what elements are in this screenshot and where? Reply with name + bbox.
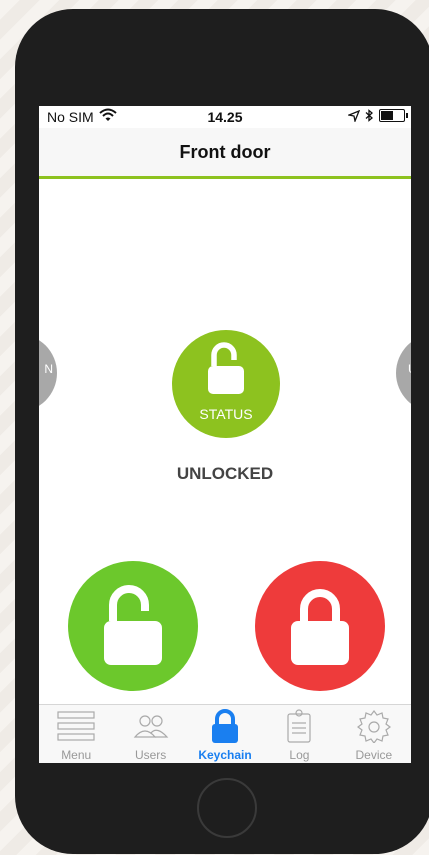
next-lock-label: U [408, 362, 411, 376]
padlock-icon [212, 709, 239, 743]
unlock-button[interactable] [68, 561, 198, 691]
tab-log[interactable]: Log [262, 705, 336, 763]
status-button[interactable]: STATUS [172, 330, 280, 438]
navigation-bar: Front door [39, 128, 411, 179]
tab-device[interactable]: Device [337, 705, 411, 763]
tab-log-label: Log [289, 748, 310, 762]
gear-icon [356, 710, 391, 743]
status-icons [348, 109, 408, 122]
menu-icon [57, 711, 95, 741]
next-lock-button[interactable]: U [396, 334, 411, 412]
locked-padlock-icon [291, 589, 349, 665]
bluetooth-icon [365, 109, 373, 122]
tab-menu-label: Menu [61, 748, 92, 762]
tab-keychain-label: Keychain [198, 748, 252, 762]
lock-button[interactable] [255, 561, 385, 691]
unlocked-padlock-icon [208, 342, 244, 394]
status-bar: No SIM 14.25 [39, 106, 411, 128]
tab-menu[interactable]: Menu [39, 705, 113, 763]
clipboard-icon [287, 709, 312, 743]
tab-keychain[interactable]: Keychain [188, 705, 262, 763]
tab-device-label: Device [355, 748, 393, 762]
tab-users-label: Users [134, 748, 167, 762]
status-label: STATUS [199, 406, 253, 422]
tab-bar: Menu Users Keychain Log Device [39, 704, 411, 763]
unlocked-padlock-icon [104, 585, 162, 665]
previous-lock-button[interactable]: N [39, 334, 57, 412]
users-icon [133, 715, 168, 738]
home-button[interactable] [197, 778, 257, 838]
lock-state-text: UNLOCKED [176, 464, 274, 483]
app-screen: No SIM 14.25 Front door N U [39, 106, 411, 763]
location-arrow-icon [348, 109, 360, 122]
battery-icon [379, 109, 408, 122]
tab-users[interactable]: Users [113, 705, 187, 763]
page-title: Front door [179, 141, 271, 162]
previous-lock-label: N [44, 362, 53, 376]
